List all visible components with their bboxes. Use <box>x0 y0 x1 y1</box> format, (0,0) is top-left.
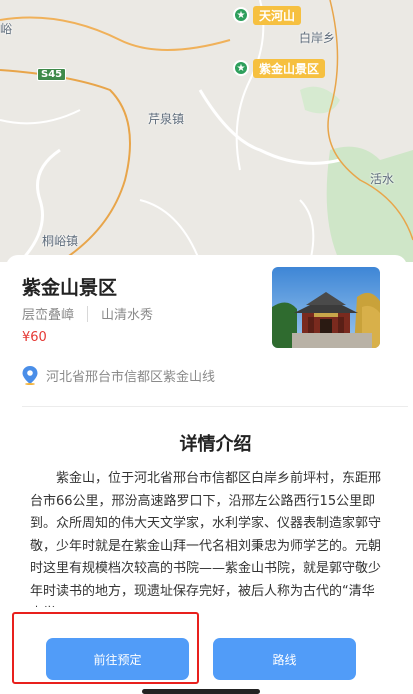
map-label: 桐峪镇 <box>42 234 79 248</box>
address-text: 河北省邢台市信都区紫金山线 <box>46 370 216 385</box>
spot-tag: 层峦叠嶂 <box>22 308 75 323</box>
poi-tianhe[interactable]: ★ 天河山 <box>233 5 302 25</box>
map-label: 白岸乡 <box>299 31 336 45</box>
highway-shield: S45 <box>37 68 67 81</box>
section-divider <box>22 406 408 407</box>
detail-heading: 详情介绍 <box>179 434 252 455</box>
tag-divider <box>87 305 89 322</box>
spot-title: 紫金山景区 <box>22 277 118 299</box>
spot-photo[interactable] <box>272 267 380 348</box>
highlight-box <box>12 612 199 684</box>
hiking-icon: ★ <box>233 60 249 76</box>
map-label: 活水 <box>370 172 395 186</box>
map-view[interactable]: ★ 天河山 白岸乡 峪 ★ 紫金山景区 S45 芹泉镇 活水 桐峪镇 <box>0 0 413 262</box>
spot-price: ¥60 <box>22 330 47 345</box>
map-label: 峪 <box>0 22 13 36</box>
spot-tag: 山清水秀 <box>101 308 154 323</box>
poi-label: 天河山 <box>253 5 302 25</box>
map-label: 芹泉镇 <box>148 112 185 126</box>
map-background <box>0 0 413 262</box>
home-indicator <box>142 689 260 694</box>
detail-description: 紫金山，位于河北省邢台市信都区白岸乡前坪村，东距邢台市66公里，邢汾高速路罗口下… <box>30 471 382 607</box>
poi-ziyin[interactable]: ★ 紫金山景区 <box>233 58 326 78</box>
spot-address[interactable]: 河北省邢台市信都区紫金山线 <box>22 366 215 385</box>
poi-label: 紫金山景区 <box>253 58 326 78</box>
spot-tags: 层峦叠嶂 山清水秀 <box>22 304 153 323</box>
location-pin-icon <box>22 366 38 385</box>
route-button[interactable]: 路线 <box>213 638 356 680</box>
hiking-icon: ★ <box>233 7 249 23</box>
